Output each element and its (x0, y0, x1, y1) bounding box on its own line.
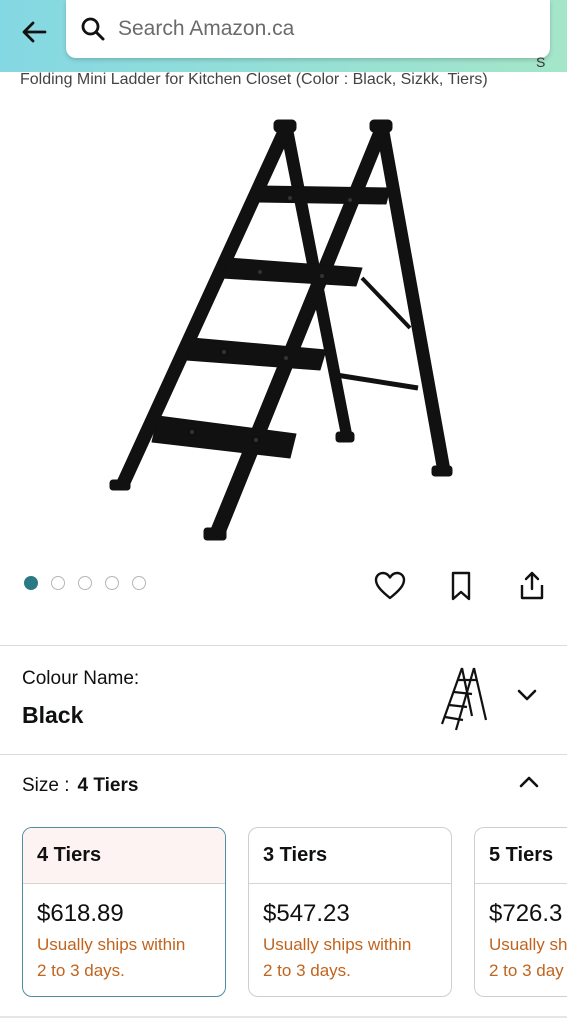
chevron-up-icon (519, 776, 539, 788)
share-button[interactable] (514, 568, 550, 604)
search-input[interactable] (118, 17, 498, 41)
colour-thumbnail[interactable] (434, 664, 494, 734)
wishlist-button[interactable] (372, 568, 408, 604)
top-header: S (0, 0, 567, 72)
section-divider (0, 645, 567, 646)
carousel-dot-1[interactable] (24, 576, 38, 590)
size-option-price: $547.23 (263, 900, 350, 927)
size-option-name: 4 Tiers (23, 828, 225, 884)
product-image[interactable] (100, 118, 480, 548)
shipping-line: 2 to 3 days. (37, 961, 125, 980)
carousel-dot-3[interactable] (78, 576, 92, 590)
chevron-down-icon (517, 689, 537, 701)
colour-label: Colour Name: (22, 668, 140, 689)
save-button[interactable] (443, 568, 479, 604)
size-value: 4 Tiers (77, 775, 139, 796)
shipping-line: Usually sh (489, 935, 567, 954)
size-option-name: 5 Tiers (475, 828, 567, 884)
size-option-shipping: Usually sh 2 to 3 day (475, 928, 567, 984)
size-option-card[interactable]: 4 Tiers $618.89 Usually ships within 2 t… (22, 827, 226, 997)
bottom-divider (0, 1016, 567, 1018)
heart-icon (374, 571, 406, 600)
size-option-name: 3 Tiers (249, 828, 451, 884)
shipping-line: Usually ships within (263, 935, 412, 954)
shipping-line: Usually ships within (37, 935, 186, 954)
shipping-line: 2 to 3 day (489, 961, 564, 980)
search-icon (81, 17, 105, 41)
share-icon (520, 571, 544, 600)
size-option-card[interactable]: 5 Tiers $726.3 Usually sh 2 to 3 day (474, 827, 567, 997)
colour-value: Black (22, 702, 84, 728)
size-option-shipping: Usually ships within 2 to 3 days. (23, 928, 225, 984)
back-button[interactable] (14, 12, 54, 52)
size-option-price: $618.89 (37, 900, 124, 927)
image-carousel-dots (24, 576, 146, 590)
search-bar[interactable] (66, 0, 550, 58)
section-divider (0, 754, 567, 755)
size-option-card[interactable]: 3 Tiers $547.23 Usually ships within 2 t… (248, 827, 452, 997)
bookmark-icon (451, 571, 471, 601)
colour-expand-button[interactable] (512, 680, 542, 710)
size-option-shipping: Usually ships within 2 to 3 days. (249, 928, 451, 984)
carousel-dot-2[interactable] (51, 576, 65, 590)
size-collapse-button[interactable] (514, 767, 544, 797)
shipping-line: 2 to 3 days. (263, 961, 351, 980)
size-option-price: $726.3 (489, 900, 563, 927)
back-arrow-icon (22, 21, 47, 43)
carousel-dot-4[interactable] (105, 576, 119, 590)
size-row: Size : 4 Tiers (22, 775, 138, 797)
size-label: Size : (22, 775, 70, 796)
product-title: Folding Mini Ladder for Kitchen Closet (… (20, 71, 488, 88)
carousel-dot-5[interactable] (132, 576, 146, 590)
